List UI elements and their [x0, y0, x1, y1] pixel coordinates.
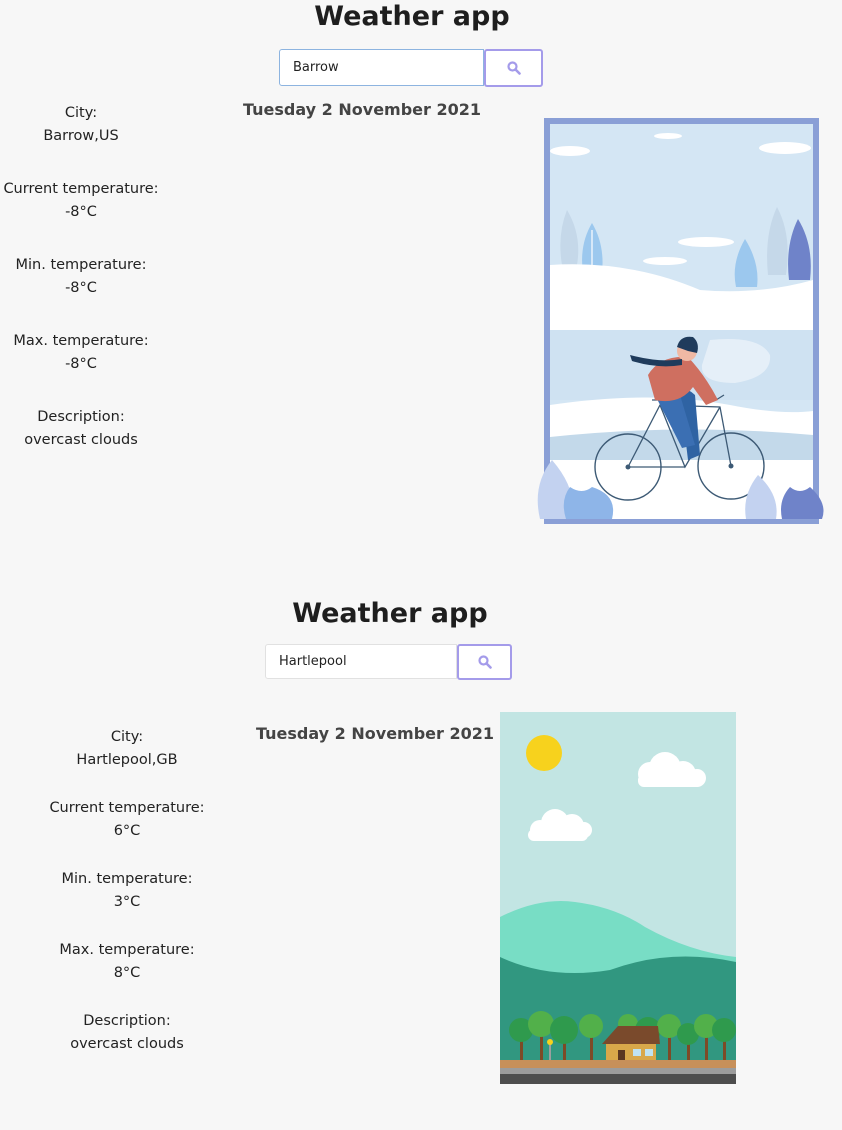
current-temp-field: Current temperature: 6°C: [47, 797, 207, 843]
city-label: City:: [110, 729, 144, 745]
city-search-input[interactable]: [265, 644, 457, 679]
city-label: City:: [64, 105, 98, 121]
current-temp-value: 6°C: [113, 823, 141, 839]
search-button[interactable]: [457, 644, 512, 680]
city-search-input[interactable]: [279, 49, 484, 86]
current-temp-label: Current temperature:: [3, 181, 159, 197]
min-temp-label: Min. temperature:: [15, 257, 147, 273]
weather-info-panel: City: Hartlepool,GB Current temperature:…: [47, 726, 207, 1056]
sunny-countryside-illustration: [500, 712, 736, 1084]
city-value: Barrow,US: [43, 128, 119, 144]
description-label: Description:: [83, 1013, 171, 1029]
current-date: Tuesday 2 November 2021: [256, 724, 495, 743]
description-label: Description:: [37, 409, 125, 425]
winter-cyclist-illustration: [537, 118, 824, 524]
sun-icon: [526, 735, 562, 771]
search-button[interactable]: [484, 49, 543, 87]
max-temp-value: 8°C: [113, 965, 141, 981]
city-field: City: Barrow,US: [0, 102, 162, 148]
search-icon: [477, 655, 492, 669]
app-title: Weather app: [292, 598, 488, 629]
min-temp-label: Min. temperature:: [61, 871, 193, 887]
max-temp-label: Max. temperature:: [13, 333, 149, 349]
description-value: overcast clouds: [70, 1036, 184, 1052]
city-value: Hartlepool,GB: [76, 752, 178, 768]
current-date: Tuesday 2 November 2021: [243, 100, 482, 119]
max-temp-field: Max. temperature: -8°C: [0, 330, 162, 376]
current-temp-field: Current temperature: -8°C: [0, 178, 162, 224]
max-temp-label: Max. temperature:: [59, 942, 195, 958]
current-temp-label: Current temperature:: [49, 800, 205, 816]
search-icon: [506, 61, 521, 75]
city-field: City: Hartlepool,GB: [47, 726, 207, 772]
min-temp-field: Min. temperature: -8°C: [0, 254, 162, 300]
weather-info-panel: City: Barrow,US Current temperature: -8°…: [0, 102, 162, 452]
max-temp-field: Max. temperature: 8°C: [47, 939, 207, 985]
min-temp-field: Min. temperature: 3°C: [47, 868, 207, 914]
min-temp-value: -8°C: [65, 280, 97, 296]
max-temp-value: -8°C: [65, 356, 97, 372]
description-field: Description: overcast clouds: [47, 1010, 207, 1056]
description-value: overcast clouds: [24, 432, 138, 448]
current-temp-value: -8°C: [65, 204, 97, 220]
description-field: Description: overcast clouds: [0, 406, 162, 452]
app-title: Weather app: [314, 1, 510, 32]
min-temp-value: 3°C: [113, 894, 141, 910]
